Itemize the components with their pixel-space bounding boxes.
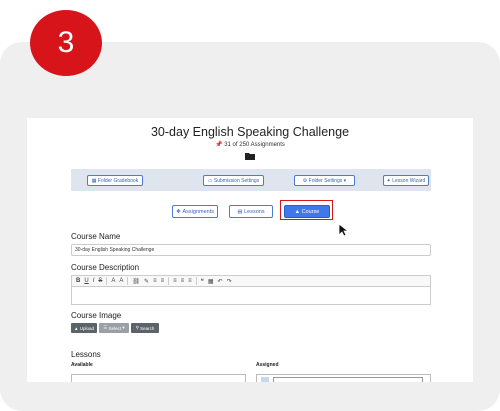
course-tab-highlight bbox=[280, 200, 333, 220]
font-size-button[interactable]: A bbox=[111, 278, 115, 284]
course-name-value: 30-day English Speaking Challenge bbox=[75, 247, 155, 253]
strikethrough-button[interactable]: S bbox=[98, 278, 102, 284]
outdent-button[interactable]: ≡ bbox=[173, 278, 177, 284]
editor-toolbar: B U I S A A ⛓ ✎ ≡ ≡ ≡ ≡ ≡ ❝ ▦ ↶ ↷ bbox=[71, 275, 431, 287]
align-button[interactable]: ≡ bbox=[188, 278, 192, 284]
folder-settings-dropdown[interactable]: ⚙ Folder Settings ▾ bbox=[294, 175, 355, 186]
search-button[interactable]: ⚲ Search bbox=[131, 323, 159, 333]
folder-toolbar: ▦ Folder Gradebook ▭ Submission Settings… bbox=[71, 169, 431, 191]
text-color-button[interactable]: A bbox=[119, 278, 123, 284]
folder-icon bbox=[245, 153, 255, 160]
divider bbox=[106, 277, 108, 285]
course-panel: 30-day English Speaking Challenge 📌 31 o… bbox=[27, 118, 473, 382]
tab-assignments[interactable]: ❖ Assignments bbox=[172, 205, 218, 218]
lesson-wizard-button[interactable]: ✦ Lesson Wizard bbox=[383, 175, 429, 186]
lesson-item-icon bbox=[261, 377, 269, 382]
bullet-list-button[interactable]: ≡ bbox=[153, 278, 157, 284]
tab-lessons[interactable]: ▤ Lessons bbox=[229, 205, 273, 218]
highlight-button[interactable]: ✎ bbox=[144, 278, 149, 285]
chevron-down-icon: ▾ bbox=[121, 325, 125, 330]
assigned-lessons-list[interactable] bbox=[256, 374, 431, 382]
assigned-label: Assigned bbox=[256, 362, 279, 368]
link-button[interactable]: ⛓ bbox=[132, 278, 140, 285]
course-image-label: Course Image bbox=[71, 311, 122, 320]
select-dropdown[interactable]: ☰ Select ▾ bbox=[99, 323, 129, 333]
available-lessons-list[interactable] bbox=[71, 374, 246, 382]
course-description-label: Course Description bbox=[71, 263, 140, 272]
assignment-count: 📌 31 of 250 Assignments bbox=[27, 141, 473, 148]
chevron-down-icon: ▾ bbox=[342, 177, 347, 184]
step-badge: 3 bbox=[30, 10, 102, 76]
lesson-item[interactable] bbox=[273, 377, 423, 382]
course-name-input[interactable]: 30-day English Speaking Challenge bbox=[71, 244, 431, 256]
available-label: Available bbox=[71, 362, 93, 368]
pin-icon: 📌 bbox=[215, 142, 223, 148]
course-name-label: Course Name bbox=[71, 232, 121, 241]
page-title: 30-day English Speaking Challenge bbox=[150, 125, 350, 139]
course-description-editor[interactable] bbox=[71, 287, 431, 305]
bold-button[interactable]: B bbox=[76, 278, 80, 284]
submission-settings-button[interactable]: ▭ Submission Settings bbox=[203, 175, 264, 186]
indent-button[interactable]: ≡ bbox=[181, 278, 185, 284]
table-button[interactable]: ▦ bbox=[208, 278, 214, 285]
assignment-count-text: 31 of 250 Assignments bbox=[224, 142, 285, 148]
underline-button[interactable]: U bbox=[84, 278, 88, 284]
divider bbox=[168, 277, 170, 285]
italic-button[interactable]: I bbox=[93, 278, 95, 284]
divider bbox=[195, 277, 197, 285]
lessons-label: Lessons bbox=[71, 350, 101, 359]
quote-button[interactable]: ❝ bbox=[201, 278, 204, 285]
redo-button[interactable]: ↷ bbox=[227, 278, 232, 285]
divider bbox=[127, 277, 129, 285]
folder-gradebook-button[interactable]: ▦ Folder Gradebook bbox=[87, 175, 143, 186]
upload-button[interactable]: ▲ Upload bbox=[71, 323, 97, 333]
mouse-cursor-icon bbox=[338, 223, 350, 237]
undo-button[interactable]: ↶ bbox=[218, 278, 223, 285]
lessons-icon: ▤ bbox=[237, 208, 245, 215]
numbered-list-button[interactable]: ≡ bbox=[161, 278, 165, 284]
